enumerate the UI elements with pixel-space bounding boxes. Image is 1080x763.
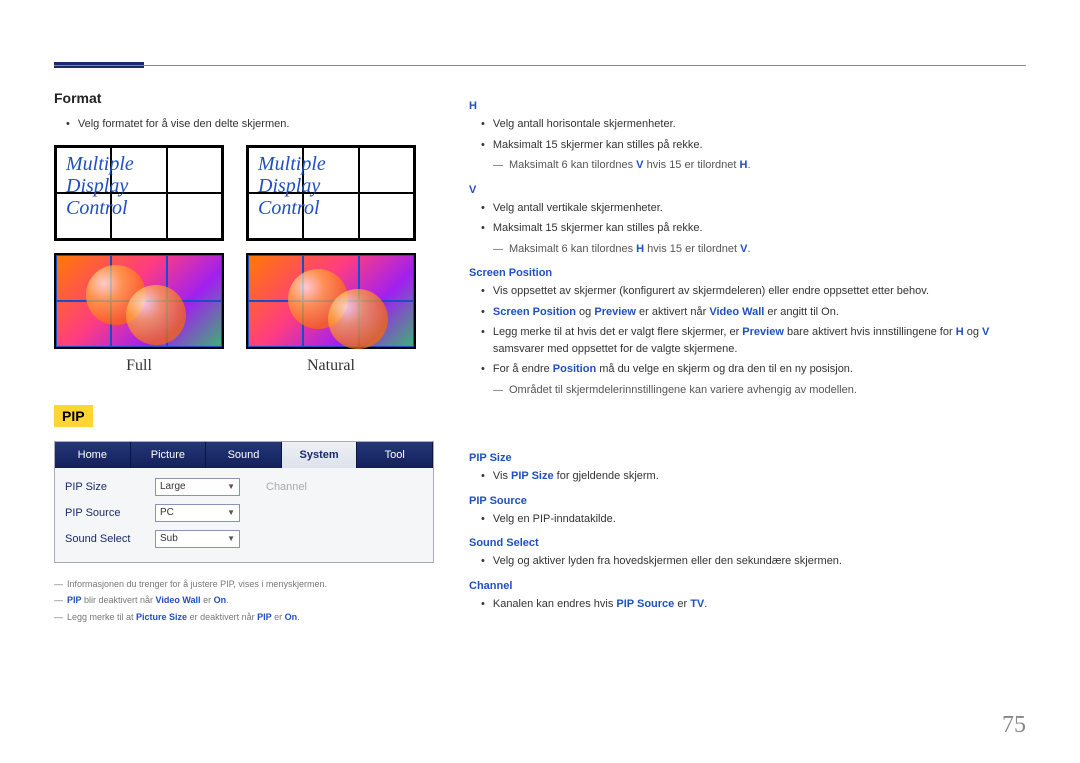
h-sub: ― Maksimalt 6 kan tilordnes V hvis 15 er… — [493, 157, 1026, 174]
tab-system[interactable]: System — [282, 442, 358, 468]
v-sub: ― Maksimalt 6 kan tilordnes H hvis 15 er… — [493, 241, 1026, 258]
note-2-pip: PIP — [67, 595, 82, 605]
menu-tabs: Home Picture Sound System Tool — [55, 442, 433, 468]
pipsrc-heading: PIP Source — [469, 495, 1026, 507]
pipsrc-b1: •Velg en PIP-inndatakilde. — [481, 511, 1026, 528]
pipsize-heading: PIP Size — [469, 452, 1026, 464]
sp-b3: • Legg merke til at hvis det er valgt fl… — [481, 324, 1026, 357]
sp-heading: Screen Position — [469, 267, 1026, 279]
menu-ui: Home Picture Sound System Tool PIP Size … — [54, 441, 434, 563]
note-2: ― PIP blir deaktivert når Video Wall er … — [54, 595, 434, 607]
h-heading: H — [469, 100, 1026, 112]
channel-heading: Channel — [469, 580, 1026, 592]
tab-tool[interactable]: Tool — [357, 442, 433, 468]
sp-b4: • For å endre Position må du velge en sk… — [481, 361, 1026, 378]
v-b2: •Maksimalt 15 skjermer kan stilles på re… — [481, 220, 1026, 237]
note-1: ― Informasjonen du trenger for å justere… — [54, 579, 434, 591]
v-b1: •Velg antall vertikale skjermenheter. — [481, 200, 1026, 217]
bullet-dot: • — [66, 116, 70, 133]
mdc-grid-natural: Multiple Display Control — [246, 145, 416, 241]
note-3: ― Legg merke til at Picture Size er deak… — [54, 612, 434, 624]
row-sound-select: Sound Select Sub ▼ — [65, 526, 423, 552]
format-images-row: Multiple Display Control Full Multiple D… — [54, 145, 434, 375]
label-natural: Natural — [246, 357, 416, 375]
lower-right-block: PIP Size • Vis PIP Size for gjeldende sk… — [469, 452, 1026, 612]
note-2-text: PIP blir deaktivert når Video Wall er On… — [67, 595, 229, 607]
pip-size-value: Large — [160, 481, 186, 492]
format-desc-text: Velg formatet for å vise den delte skjer… — [78, 116, 290, 133]
pip-badge: PIP — [54, 405, 93, 427]
tab-sound[interactable]: Sound — [206, 442, 282, 468]
v-heading: V — [469, 184, 1026, 196]
soundsel-b1: •Velg og aktiver lyden fra hovedskjermen… — [481, 553, 1026, 570]
left-column: Format • Velg formatet for å vise den de… — [54, 90, 434, 629]
row-pip-size: PIP Size Large ▼ Channel — [65, 474, 423, 500]
pip-size-select[interactable]: Large ▼ — [155, 478, 240, 496]
soundsel-heading: Sound Select — [469, 537, 1026, 549]
full-stack: Multiple Display Control Full — [54, 145, 224, 375]
header-rule — [54, 65, 1026, 66]
sp-sub: ―Området til skjermdelerinnstillingene k… — [493, 382, 1026, 399]
sp-b2: • Screen Position og Preview er aktivert… — [481, 304, 1026, 321]
page-columns: Format • Velg formatet for å vise den de… — [54, 90, 1026, 629]
sp-b1: •Vis oppsettet av skjermer (konfigurert … — [481, 283, 1026, 300]
tab-picture[interactable]: Picture — [131, 442, 207, 468]
natural-stack: Multiple Display Control Natural — [246, 145, 416, 375]
channel-disabled-label: Channel — [266, 481, 307, 493]
row-pip-source: PIP Source PC ▼ — [65, 500, 423, 526]
h-b2: •Maksimalt 15 skjermer kan stilles på re… — [481, 137, 1026, 154]
channel-b1: • Kanalen kan endres hvis PIP Source er … — [481, 596, 1026, 613]
right-column: H •Velg antall horisontale skjermenheter… — [469, 90, 1026, 629]
pipsize-b1: • Vis PIP Size for gjeldende skjerm. — [481, 468, 1026, 485]
sound-select-value: Sub — [160, 533, 178, 544]
page-number: 75 — [1002, 712, 1026, 739]
tab-home[interactable]: Home — [55, 442, 131, 468]
sound-select-label: Sound Select — [65, 533, 155, 545]
flower-grid-natural — [246, 253, 416, 349]
footnotes: ― Informasjonen du trenger for å justere… — [54, 579, 434, 624]
pip-source-select[interactable]: PC ▼ — [155, 504, 240, 522]
menu-body: PIP Size Large ▼ Channel PIP Source PC ▼… — [55, 468, 433, 562]
sound-select-select[interactable]: Sub ▼ — [155, 530, 240, 548]
pip-source-value: PC — [160, 507, 174, 518]
chevron-down-icon: ▼ — [227, 534, 235, 543]
chevron-down-icon: ▼ — [227, 482, 235, 491]
mdc-grid-full: Multiple Display Control — [54, 145, 224, 241]
label-full: Full — [54, 357, 224, 375]
chevron-down-icon: ▼ — [227, 508, 235, 517]
note-1-text: Informasjonen du trenger for å justere P… — [67, 579, 327, 591]
pip-size-label: PIP Size — [65, 481, 155, 493]
format-heading: Format — [54, 90, 434, 106]
pip-source-label: PIP Source — [65, 507, 155, 519]
format-desc: • Velg formatet for å vise den delte skj… — [66, 116, 434, 133]
h-b1: •Velg antall horisontale skjermenheter. — [481, 116, 1026, 133]
note-3-text: Legg merke til at Picture Size er deakti… — [67, 612, 300, 624]
flower-grid-full — [54, 253, 224, 349]
